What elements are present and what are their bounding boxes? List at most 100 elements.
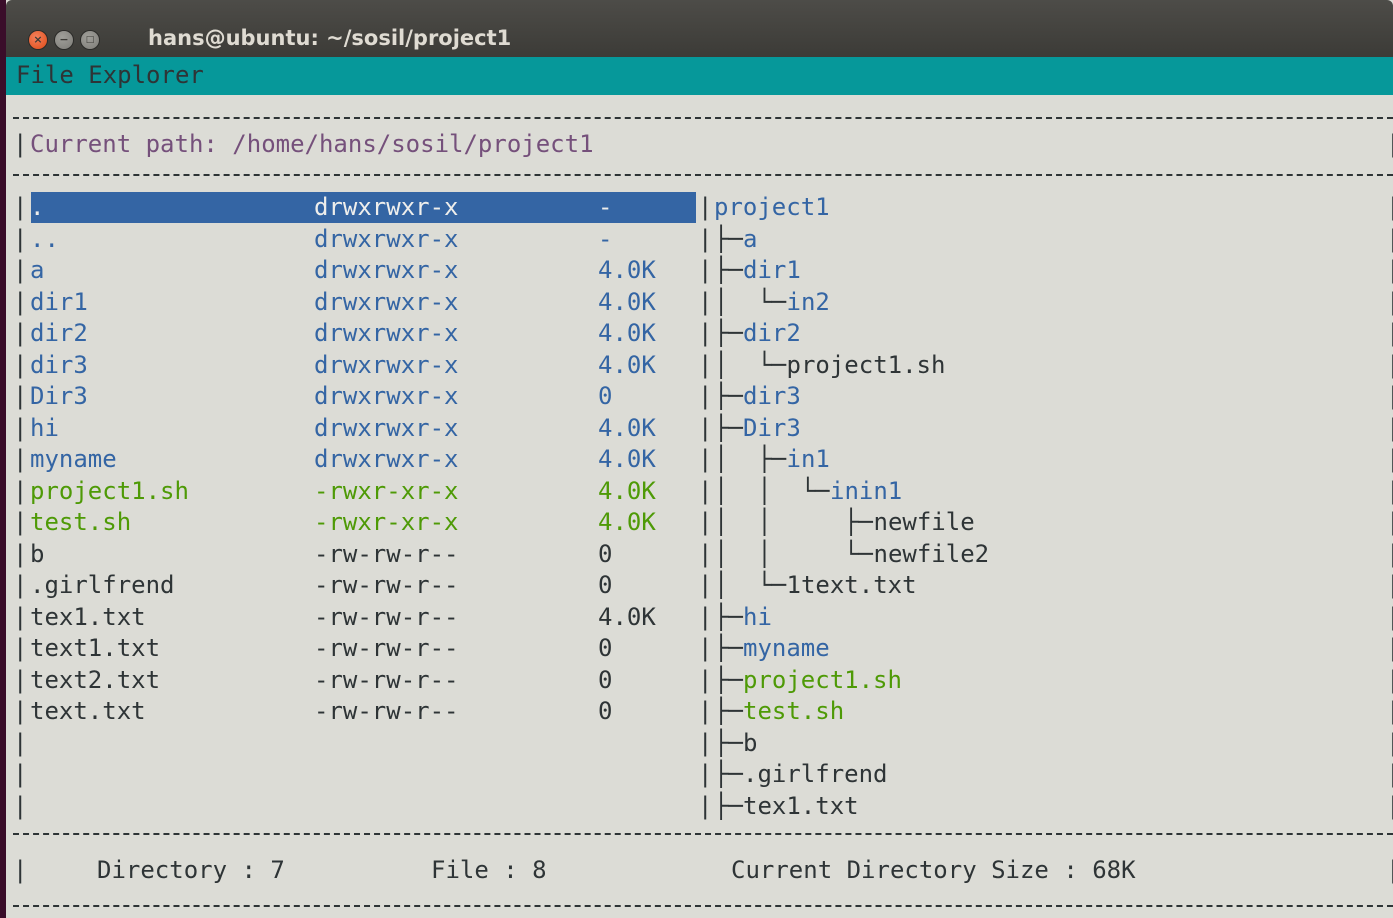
- panel-divider: |: [698, 634, 713, 662]
- title-bar: × − □ hans@ubuntu: ~/sosil/project1: [6, 0, 1393, 57]
- tree-branch: ├─: [714, 224, 743, 253]
- tree-branch: ├─: [714, 728, 743, 757]
- tree-branch: │ │ └─: [714, 476, 830, 505]
- border-left: |: [13, 350, 28, 379]
- border-left: |: [13, 791, 28, 820]
- file-permissions: -rwxr-xr-x: [314, 508, 459, 536]
- border-right: |: [1386, 255, 1393, 286]
- tree-node[interactable]: dir3: [743, 381, 801, 412]
- border-left: |: [13, 413, 28, 442]
- tree-node[interactable]: .girlfrend: [743, 759, 888, 790]
- file-name[interactable]: hi: [30, 413, 59, 444]
- tree-node[interactable]: a: [743, 224, 757, 255]
- file-name[interactable]: dir2: [30, 318, 88, 349]
- border-right: |: [1386, 539, 1393, 570]
- tree-node[interactable]: in1: [787, 444, 830, 475]
- tree-branch: ├─: [714, 256, 743, 284]
- file-permissions: drwxrwxr-x: [314, 413, 459, 442]
- border-left: |: [13, 665, 28, 694]
- border-left: |: [13, 508, 28, 536]
- tree-node[interactable]: project1.sh: [743, 665, 902, 696]
- tree-branch: ├─: [714, 382, 743, 410]
- file-permissions: -rwxr-xr-x: [314, 476, 459, 505]
- file-permissions: -rw-rw-r--: [314, 634, 459, 662]
- border-right: |: [1386, 570, 1393, 601]
- border-right: |: [1386, 728, 1393, 759]
- maximize-icon: □: [85, 35, 95, 45]
- tree-node[interactable]: hi: [743, 602, 772, 633]
- file-size: 4.0K: [598, 602, 656, 631]
- file-size: 4.0K: [598, 350, 656, 379]
- tree-node[interactable]: myname: [743, 633, 830, 664]
- panel-divider: |: [698, 224, 713, 253]
- tree-node[interactable]: newfile2: [874, 539, 990, 570]
- file-name[interactable]: dir1: [30, 287, 88, 318]
- border-left: |: [13, 445, 28, 473]
- file-name[interactable]: dir3: [30, 350, 88, 381]
- border-left: |: [13, 476, 28, 505]
- border-left: |: [13, 634, 28, 662]
- border-right: |: [1386, 350, 1393, 381]
- directory-count: Directory : 7: [97, 856, 285, 884]
- minimize-icon: −: [59, 33, 69, 46]
- file-name[interactable]: .: [30, 192, 44, 223]
- file-permissions: -rw-rw-r--: [314, 571, 459, 599]
- tree-node[interactable]: in2: [787, 287, 830, 318]
- file-name[interactable]: b: [30, 539, 44, 570]
- panel-divider: |: [698, 350, 713, 379]
- file-name[interactable]: ..: [30, 224, 59, 255]
- file-name[interactable]: project1.sh: [30, 476, 189, 507]
- border-right-status: |: [1386, 855, 1393, 886]
- terminal-window: × − □ hans@ubuntu: ~/sosil/project1 File…: [6, 0, 1393, 918]
- border-left: |: [13, 287, 28, 316]
- file-permissions: drwxrwxr-x: [314, 319, 459, 347]
- tree-node[interactable]: project1: [714, 192, 830, 223]
- tree-node[interactable]: dir2: [743, 318, 801, 349]
- file-permissions: drwxrwxr-x: [314, 382, 459, 410]
- directory-size: Current Directory Size : 68K: [731, 856, 1136, 884]
- tree-node[interactable]: newfile: [874, 507, 975, 538]
- close-button[interactable]: ×: [29, 31, 47, 49]
- border-right: |: [1386, 287, 1393, 318]
- file-name[interactable]: tex1.txt: [30, 602, 146, 633]
- border-left: |: [13, 224, 28, 253]
- border-left: |: [13, 256, 28, 284]
- file-name[interactable]: text2.txt: [30, 665, 160, 696]
- tree-node[interactable]: Dir3: [743, 413, 801, 444]
- border-right: |: [1386, 759, 1393, 790]
- file-name[interactable]: a: [30, 255, 44, 286]
- panel-divider: |: [698, 445, 713, 473]
- panel-divider: |: [698, 319, 713, 347]
- tree-branch: ├─: [714, 413, 743, 442]
- file-name[interactable]: .girlfrend: [30, 570, 175, 601]
- file-size: 0: [598, 382, 613, 410]
- panel-divider: |: [698, 256, 713, 284]
- tree-node[interactable]: inin1: [830, 476, 902, 507]
- border-right: |: [1386, 318, 1393, 349]
- file-name[interactable]: test.sh: [30, 507, 131, 538]
- tree-branch: ├─: [714, 791, 743, 820]
- tree-node[interactable]: tex1.txt: [743, 791, 859, 822]
- app-title: File Explorer: [16, 61, 204, 89]
- tree-node[interactable]: project1.sh: [787, 350, 946, 381]
- file-size: 0: [598, 571, 613, 599]
- file-name[interactable]: text.txt: [30, 696, 146, 727]
- border-right: |: [1386, 444, 1393, 475]
- tree-node[interactable]: 1text.txt: [787, 570, 917, 601]
- file-name[interactable]: myname: [30, 444, 117, 475]
- border-right: |: [1386, 381, 1393, 412]
- maximize-button[interactable]: □: [81, 31, 99, 49]
- file-count: File : 8: [431, 856, 547, 884]
- tree-node[interactable]: test.sh: [743, 696, 844, 727]
- tree-node[interactable]: dir1: [743, 255, 801, 286]
- border-left: |: [13, 697, 28, 725]
- tree-branch: │ ├─: [714, 445, 787, 473]
- border-left: |: [13, 382, 28, 410]
- minimize-button[interactable]: −: [55, 31, 73, 49]
- file-name[interactable]: Dir3: [30, 381, 88, 412]
- border-right: |: [1386, 602, 1393, 633]
- panel-divider: |: [698, 193, 713, 221]
- file-name[interactable]: text1.txt: [30, 633, 160, 664]
- tree-node[interactable]: b: [743, 728, 757, 759]
- divider-header: [13, 174, 1393, 176]
